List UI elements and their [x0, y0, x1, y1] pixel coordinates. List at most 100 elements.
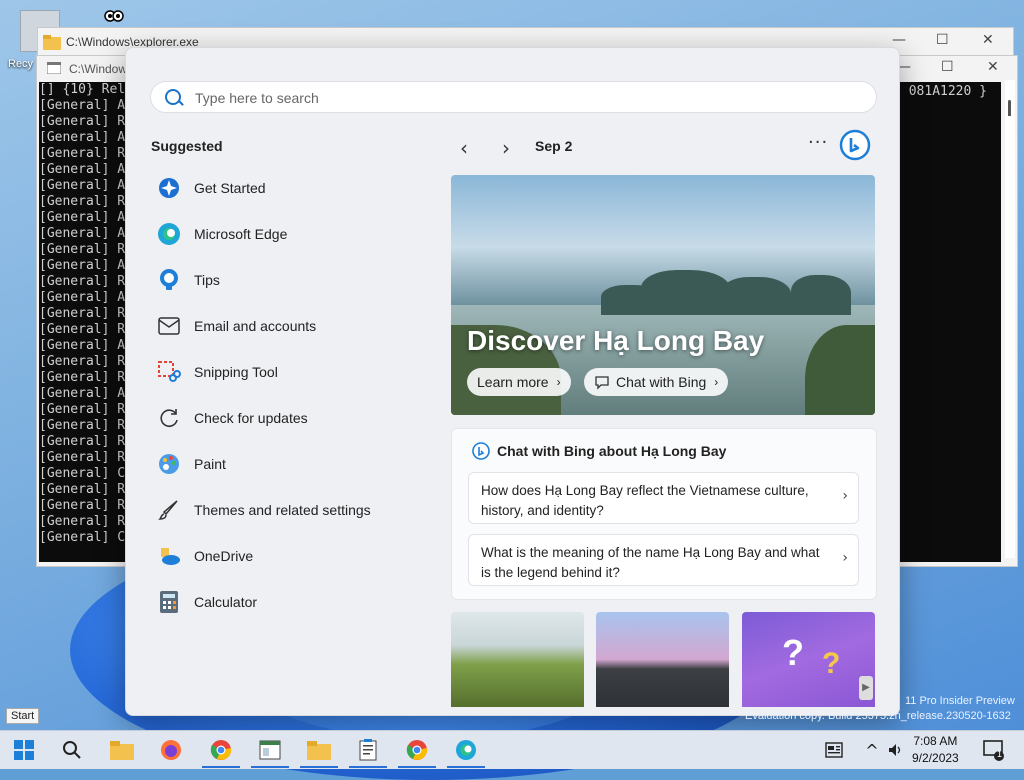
suggested-item-microsoft-edge[interactable]: Microsoft Edge — [156, 214, 416, 254]
suggested-item-label: Themes and related settings — [194, 502, 371, 518]
firefox-icon — [161, 740, 181, 760]
debug-tool-icon[interactable] — [102, 6, 126, 28]
suggested-item-label: Email and accounts — [194, 318, 317, 334]
more-options-icon[interactable]: ··· — [808, 132, 828, 153]
tray-clock[interactable]: 7:08 AM 9/2/2023 — [912, 733, 959, 767]
watermark-build: Evaluation copy. Build 25375.zn_release.… — [745, 710, 1011, 722]
scroll-right-button[interactable]: ▶ — [859, 676, 873, 700]
search-icon — [165, 89, 181, 105]
notification-center-button[interactable]: 1 — [980, 737, 1008, 763]
suggested-item-onedrive[interactable]: OneDrive — [156, 536, 416, 576]
start-button[interactable] — [10, 737, 38, 763]
suggested-item-check-for-updates[interactable]: Check for updates — [156, 398, 416, 438]
search-input[interactable] — [193, 86, 857, 110]
recycle-bin-label: Recy — [8, 58, 34, 70]
chevron-right-icon: › — [842, 550, 848, 566]
karst-mountain — [721, 277, 791, 315]
chat-bubble-icon — [595, 376, 609, 390]
bing-chat-icon[interactable] — [839, 129, 871, 161]
thumbnail-kissing-rocks[interactable] — [596, 612, 729, 707]
taskbar-folder-window[interactable] — [300, 737, 338, 768]
folder-icon — [43, 35, 61, 50]
start-menu: Suggested Get Started Microsoft Edge Tip… — [125, 47, 900, 716]
mail-icon — [156, 313, 182, 339]
question-mark-icon: ? — [822, 647, 841, 680]
suggested-heading: Suggested — [151, 138, 223, 154]
app-window-icon — [259, 740, 281, 760]
maximize-icon[interactable]: ☐ — [936, 32, 949, 48]
taskbar-app-window[interactable] — [251, 737, 289, 768]
learn-more-button[interactable]: Learn more › — [467, 368, 571, 396]
tips-icon — [156, 267, 182, 293]
maximize-icon[interactable]: ☐ — [941, 59, 954, 75]
taskbar: ^ 7:08 AM 9/2/2023 1 — [0, 730, 1024, 769]
chat-card-heading: Chat with Bing about Hạ Long Bay — [472, 442, 726, 460]
suggested-item-get-started[interactable]: Get Started — [156, 168, 416, 208]
news-icon — [825, 742, 843, 758]
clock-date: 9/2/2023 — [912, 751, 959, 765]
suggested-item-tips[interactable]: Tips — [156, 260, 416, 300]
suggested-item-email-and-accounts[interactable]: Email and accounts — [156, 306, 416, 346]
suggested-item-snipping-tool[interactable]: Snipping Tool — [156, 352, 416, 392]
console-scrollbar[interactable] — [1005, 80, 1015, 558]
chrome-icon — [210, 740, 232, 760]
console-window-title: C:\Window — [69, 62, 128, 76]
bing-icon — [472, 442, 490, 460]
watermark-edition: 11 Pro Insider Preview — [905, 695, 1015, 707]
tray-news-widget[interactable] — [820, 737, 848, 763]
suggested-item-label: Microsoft Edge — [194, 226, 288, 242]
thumbnail-question-marks[interactable]: ? ? — [742, 612, 875, 707]
minimize-icon[interactable]: — — [892, 32, 906, 48]
chevron-left-icon[interactable]: ‹ — [460, 136, 468, 160]
clock-time: 7:08 AM — [913, 734, 958, 748]
chat-question-1[interactable]: How does Hạ Long Bay reflect the Vietnam… — [468, 472, 859, 524]
thumbnail-terraces[interactable] — [451, 612, 584, 707]
folder-icon — [110, 741, 134, 760]
suggested-item-label: Calculator — [194, 594, 258, 610]
chat-question-text: What is the meaning of the name Hạ Long … — [481, 545, 820, 580]
suggested-item-label: Get Started — [194, 180, 266, 196]
karst-mountain — [791, 275, 851, 315]
console-right-text: 081A1220 } — [908, 84, 987, 99]
chrome-icon — [406, 740, 428, 760]
windows-logo-icon — [14, 740, 34, 760]
suggested-item-label: Paint — [194, 456, 226, 472]
hero-title: Discover Hạ Long Bay — [467, 325, 765, 356]
close-icon[interactable]: ✕ — [982, 32, 994, 48]
tray-volume[interactable] — [882, 737, 910, 763]
chevron-right-icon: › — [714, 375, 719, 389]
taskbar-notepad-window[interactable] — [349, 737, 387, 768]
chevron-up-icon: ^ — [865, 740, 879, 760]
chevron-right-icon: › — [842, 488, 848, 504]
chevron-right-icon[interactable]: › — [502, 136, 510, 160]
suggested-item-themes[interactable]: Themes and related settings — [156, 490, 416, 530]
taskbar-file-explorer[interactable] — [108, 737, 136, 763]
hero-card[interactable]: Discover Hạ Long Bay Learn more › Chat w… — [451, 175, 875, 415]
chat-question-2[interactable]: What is the meaning of the name Hạ Long … — [468, 534, 859, 586]
bing-chat-card: Chat with Bing about Hạ Long Bay How doe… — [451, 428, 877, 600]
chevron-right-icon: › — [556, 375, 561, 389]
paint-icon — [156, 451, 182, 477]
chat-card-heading-text: Chat with Bing about Hạ Long Bay — [497, 443, 727, 459]
taskbar-chrome[interactable] — [202, 737, 240, 768]
taskbar-chrome-2[interactable] — [398, 737, 436, 768]
search-box[interactable] — [150, 81, 877, 113]
taskbar-firefox[interactable] — [157, 737, 185, 763]
taskbar-edge[interactable] — [447, 737, 485, 768]
calculator-icon — [156, 589, 182, 615]
suggested-item-paint[interactable]: Paint — [156, 444, 416, 484]
start-tooltip: Start — [6, 708, 40, 724]
close-icon[interactable]: ✕ — [987, 59, 999, 75]
suggested-item-label: OneDrive — [194, 548, 254, 564]
snipping-tool-icon — [156, 359, 182, 385]
volume-icon — [889, 744, 901, 756]
suggested-item-calculator[interactable]: Calculator — [156, 582, 416, 622]
taskbar-search-button[interactable] — [58, 737, 86, 763]
feed-date: Sep 2 — [535, 138, 573, 154]
chat-with-bing-button[interactable]: Chat with Bing › — [584, 368, 729, 396]
notepad-icon — [359, 739, 377, 761]
learn-more-label: Learn more — [477, 374, 549, 390]
refresh-icon — [156, 405, 182, 431]
console-app-icon — [47, 62, 61, 74]
karst-mountain — [641, 270, 731, 315]
